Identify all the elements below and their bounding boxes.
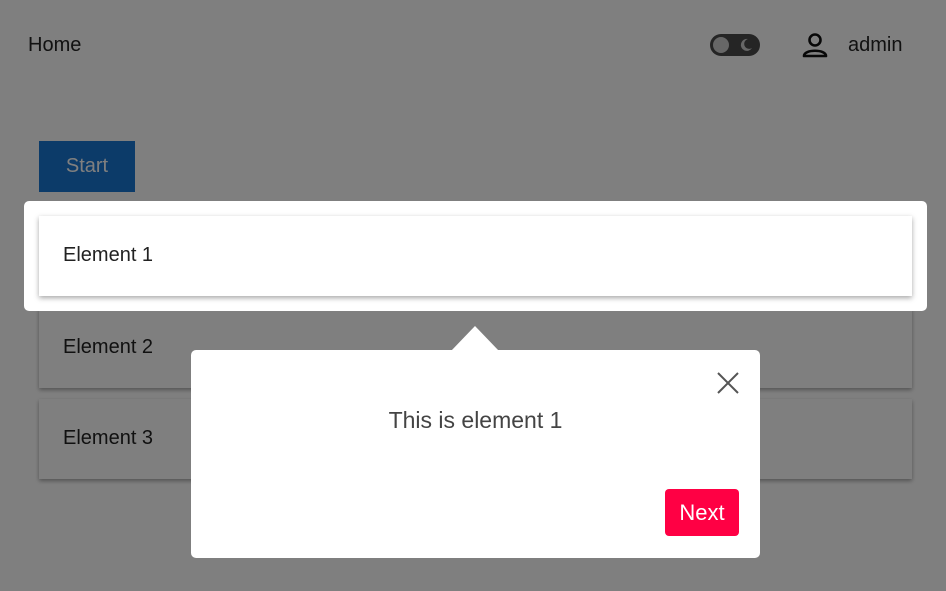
close-icon[interactable]	[716, 371, 740, 395]
element-label: Element 1	[63, 244, 154, 266]
next-button[interactable]: Next	[665, 489, 739, 536]
popover-arrow	[451, 326, 499, 351]
highlighted-element-card[interactable]: Element 1	[39, 216, 912, 296]
tour-highlight: Element 1	[24, 201, 927, 311]
tour-popover: This is element 1 Next	[191, 350, 760, 558]
tour-message: This is element 1	[388, 407, 563, 433]
